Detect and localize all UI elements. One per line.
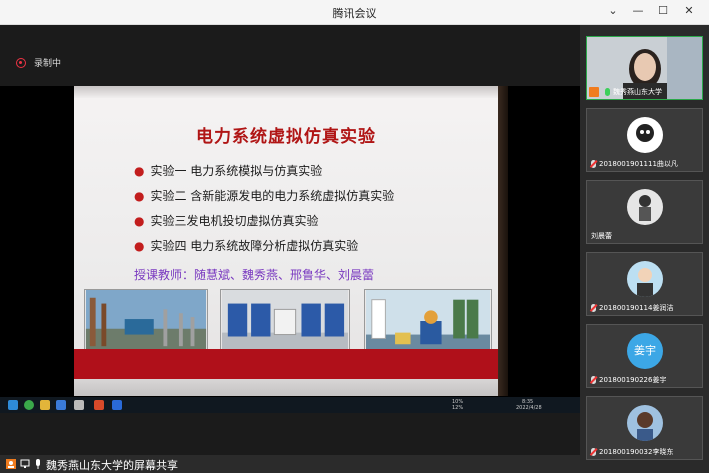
more-icon[interactable]: ⌄ — [602, 2, 624, 20]
participant-tile[interactable]: 201800190114姜润洁 — [586, 252, 703, 316]
screen-share-icon — [20, 459, 30, 468]
folder-icon — [40, 400, 50, 410]
remote-taskbar: 10% 12% 8:35 2022/4/28 — [0, 397, 580, 413]
screen-share-bar[interactable]: 魏秀燕山东大学的屏幕共享 — [0, 455, 580, 473]
share-label: 魏秀燕山东大学的屏幕共享 — [46, 459, 178, 472]
recording-indicator[interactable]: 录制中 — [16, 56, 61, 69]
record-icon — [16, 57, 26, 68]
teachers-line: 授课教师：随慧斌、魏秀燕、邢鲁华、刘晨蕾 — [134, 268, 375, 282]
participant-tile[interactable]: 2018001901111曲以凡 — [586, 108, 703, 172]
microphone-icon — [605, 88, 610, 96]
substation-image — [84, 289, 208, 353]
microphone-muted-icon — [591, 448, 596, 456]
operator-scene-image — [364, 289, 492, 353]
participant-tile[interactable]: 201800190032李晓东 — [586, 396, 703, 460]
recording-label: 录制中 — [34, 59, 62, 69]
participant-name: 魏秀燕山东大学 — [601, 85, 662, 99]
participant-name: 201800190032李晓东 — [587, 445, 673, 459]
slide-red-bar — [74, 349, 498, 379]
participant-avatar — [627, 261, 663, 297]
participant-avatar: 姜宇 — [627, 333, 663, 369]
taskbar-date: 2022/4/28 — [516, 405, 542, 411]
desktop-edge — [498, 86, 508, 396]
participant-name: 刘晨蕾 — [591, 232, 612, 240]
participant-avatar — [627, 405, 663, 441]
browser-icon — [24, 400, 34, 410]
cpu-usage: 12% — [452, 405, 464, 411]
participant-tile[interactable]: 刘晨蕾 — [586, 180, 703, 244]
minimize-button[interactable]: — — [627, 2, 649, 20]
participant-tile[interactable]: 姜宇 201800190226姜宇 — [586, 324, 703, 388]
bullet-icon: ● — [134, 164, 145, 178]
participant-tile[interactable]: 魏秀燕山东大学 — [586, 36, 703, 100]
participant-name: 201800190226姜宇 — [587, 373, 666, 387]
bullet-icon: ● — [134, 239, 145, 253]
experiment-item: ● 实验三发电机投切虚拟仿真实验 — [134, 214, 319, 228]
app-icon — [56, 400, 66, 410]
experiment-item: ● 实验四 电力系统故障分析虚拟仿真实验 — [134, 239, 359, 253]
microphone-muted-icon — [591, 304, 596, 312]
participant-name: 2018001901111曲以凡 — [587, 157, 678, 171]
participant-name: 201800190114姜润洁 — [587, 301, 673, 315]
slide-title: 电力系统虚拟仿真实验 — [196, 127, 376, 147]
microphone-muted-icon — [591, 160, 596, 168]
file-icon — [74, 400, 84, 410]
close-button[interactable]: ✕ — [678, 2, 700, 20]
user-icon — [6, 459, 16, 469]
slide-bottom-shadow — [74, 379, 498, 396]
bullet-icon: ● — [134, 214, 145, 228]
participant-avatar — [627, 189, 663, 225]
maximize-button[interactable]: ☐ — [652, 2, 674, 20]
host-icon — [589, 87, 599, 97]
meeting-app-icon — [112, 400, 122, 410]
microphone-icon — [36, 459, 40, 469]
experiment-item: ● 实验一 电力系统模拟与仿真实验 — [134, 164, 323, 178]
title-bar: 腾讯会议 ⌄ — ☐ ✕ — [0, 0, 709, 25]
presentation-slide: 电力系统虚拟仿真实验 ● 实验一 电力系统模拟与仿真实验 ● 实验二 含新能源发电的… — [74, 86, 498, 396]
bullet-icon: ● — [134, 189, 145, 203]
start-icon — [8, 400, 18, 410]
slide-top-band — [74, 86, 498, 98]
experiment-item: ● 实验二 含新能源发电的电力系统虚拟仿真实验 — [134, 189, 395, 203]
powerpoint-icon — [94, 400, 104, 410]
control-room-image — [220, 289, 350, 353]
microphone-muted-icon — [591, 376, 596, 384]
participant-avatar — [627, 117, 663, 153]
